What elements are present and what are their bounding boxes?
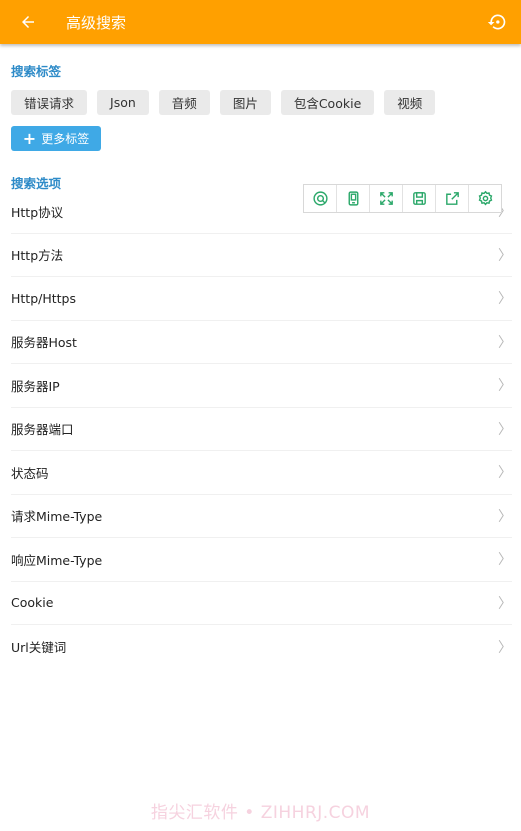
watermark: 指尖汇软件 • ZIHHRJ.COM	[150, 803, 371, 823]
back-button[interactable]	[0, 0, 56, 44]
option-server-ip[interactable]: 服务器IP 〉	[11, 364, 512, 408]
phone-icon	[348, 191, 358, 206]
option-status-code[interactable]: 状态码 〉	[11, 451, 512, 495]
tag-chip[interactable]: 包含Cookie	[280, 90, 375, 115]
option-label: 服务器IP	[11, 378, 60, 394]
chevron-right-icon: 〉	[498, 421, 512, 438]
tag-list: 错误请求 Json 音频 图片 包含Cookie 视频	[11, 90, 511, 115]
tag-chip[interactable]: 音频	[158, 90, 210, 115]
save-icon	[412, 192, 426, 205]
chevron-right-icon: 〉	[498, 508, 512, 525]
settings-icon	[478, 190, 492, 206]
option-http-method[interactable]: Http方法 〉	[11, 234, 512, 277]
chevron-right-icon: 〉	[498, 465, 512, 482]
restore-button[interactable]	[473, 0, 521, 44]
more-tags-label: 更多标签	[41, 132, 90, 146]
save-button[interactable]	[403, 185, 436, 212]
option-label: Http方法	[11, 248, 64, 264]
share-icon	[445, 192, 459, 205]
option-label: Http协议	[11, 204, 64, 220]
chevron-right-icon: 〉	[498, 552, 512, 569]
tag-chip[interactable]: Json	[97, 90, 149, 115]
chevron-right-icon: 〉	[498, 247, 512, 264]
chevron-right-icon: 〉	[498, 378, 512, 395]
search-circle-icon	[312, 191, 328, 206]
option-server-port[interactable]: 服务器端口 〉	[11, 408, 512, 451]
restore-icon	[487, 14, 506, 30]
more-tags-button[interactable]: + 更多标签	[11, 126, 101, 151]
page-title: 高级搜索	[66, 13, 127, 32]
floating-toolbar	[303, 184, 502, 213]
chevron-right-icon: 〉	[498, 595, 512, 612]
tag-chip[interactable]: 错误请求	[11, 90, 88, 115]
chevron-right-icon: 〉	[498, 639, 512, 656]
phone-button[interactable]	[337, 185, 370, 212]
option-http-https[interactable]: Http/Https 〉	[11, 277, 512, 321]
plus-icon: +	[22, 128, 37, 148]
fullscreen-icon	[379, 192, 393, 205]
share-button[interactable]	[436, 185, 469, 212]
option-url-keyword[interactable]: Url关键词 〉	[11, 625, 512, 669]
tag-chip[interactable]: 视频	[384, 90, 436, 115]
option-label: 服务器端口	[11, 422, 74, 438]
tag-chip[interactable]: 图片	[219, 90, 271, 115]
option-label: Url关键词	[11, 640, 67, 656]
option-request-mime-type[interactable]: 请求Mime-Type 〉	[11, 495, 512, 538]
fullscreen-button[interactable]	[370, 185, 403, 212]
settings-button[interactable]	[469, 185, 501, 212]
chevron-right-icon: 〉	[498, 334, 512, 351]
option-server-host[interactable]: 服务器Host 〉	[11, 321, 512, 364]
option-label: 请求Mime-Type	[11, 509, 103, 525]
option-label: Http/Https	[11, 290, 76, 306]
chevron-right-icon: 〉	[498, 291, 512, 308]
arrow-left-icon	[22, 16, 34, 28]
option-response-mime-type[interactable]: 响应Mime-Type 〉	[11, 538, 512, 582]
option-label: 响应Mime-Type	[11, 552, 103, 568]
option-cookie[interactable]: Cookie 〉	[11, 582, 512, 625]
search-circle-button[interactable]	[304, 185, 337, 212]
tags-section-label: 搜索标签	[11, 64, 62, 79]
app-bar: 高级搜索	[0, 0, 521, 44]
options-list: Http协议 〉 Http方法 〉 Http/Https 〉 服务器Host 〉…	[0, 190, 521, 669]
option-label: Cookie	[11, 595, 54, 611]
option-label: 服务器Host	[11, 335, 77, 351]
option-label: 状态码	[11, 465, 49, 481]
